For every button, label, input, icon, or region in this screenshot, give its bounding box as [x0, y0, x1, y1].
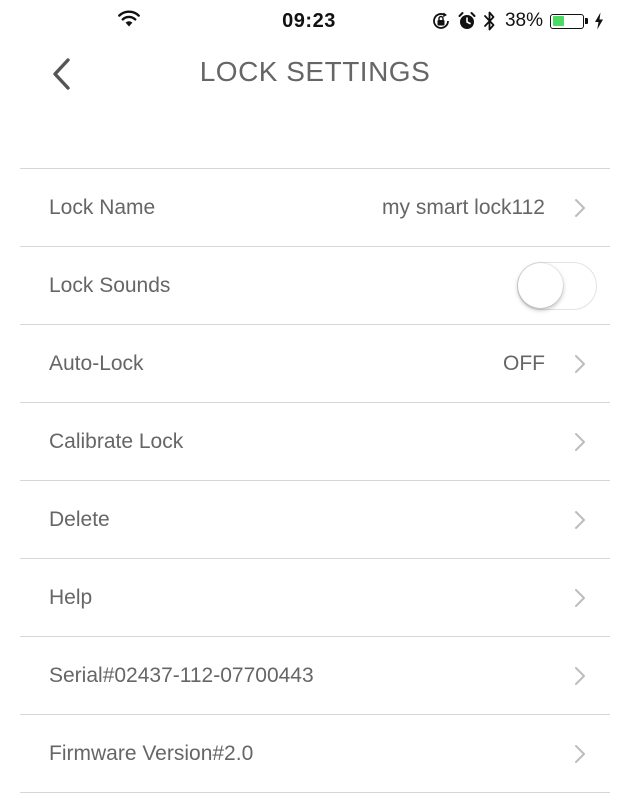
- chevron-right-icon: [575, 589, 585, 607]
- setting-row-lock-name[interactable]: Lock Name my smart lock112: [20, 169, 610, 247]
- toggle-knob: [518, 263, 563, 308]
- charging-icon: [595, 12, 603, 30]
- nav-header: LOCK SETTINGS: [0, 42, 618, 104]
- rotation-lock-icon: [433, 12, 449, 29]
- setting-label: Delete: [49, 508, 110, 531]
- chevron-right-icon: [575, 511, 585, 529]
- status-indicators: 38%: [431, 9, 604, 33]
- setting-value: OFF: [503, 352, 545, 375]
- chevron-right-icon: [575, 433, 585, 451]
- setting-label: Calibrate Lock: [49, 430, 184, 453]
- chevron-right-icon: [575, 745, 585, 763]
- battery-level-fill: [552, 16, 564, 26]
- setting-label: Auto-Lock: [49, 352, 144, 375]
- bluetooth-icon: [484, 11, 495, 31]
- chevron-right-icon: [575, 355, 585, 373]
- page-title: LOCK SETTINGS: [199, 56, 431, 87]
- setting-label: Lock Name: [49, 196, 156, 219]
- setting-row-serial[interactable]: Serial#02437-112-07700443: [20, 637, 610, 715]
- lock-sounds-toggle[interactable]: [517, 262, 597, 310]
- setting-row-calibrate-lock[interactable]: Calibrate Lock: [20, 403, 610, 481]
- status-bar: 09:23 38%: [0, 0, 618, 42]
- setting-row-help[interactable]: Help: [20, 559, 610, 637]
- setting-label: Lock Sounds: [49, 274, 171, 297]
- chevron-right-icon: [575, 667, 585, 685]
- setting-row-lock-sounds: Lock Sounds: [20, 247, 610, 325]
- setting-row-firmware-version[interactable]: Firmware Version#2.0: [20, 715, 610, 793]
- setting-label: Firmware Version#2.0: [49, 742, 254, 765]
- setting-label: Help: [49, 586, 93, 609]
- setting-label: Serial#02437-112-07700443: [49, 664, 314, 687]
- battery-percent: 38%: [504, 10, 543, 31]
- setting-row-delete[interactable]: Delete: [20, 481, 610, 559]
- setting-row-auto-lock[interactable]: Auto-Lock OFF: [20, 325, 610, 403]
- alarm-icon: [458, 12, 476, 29]
- setting-value: my smart lock112: [382, 196, 545, 219]
- settings-list: Lock Name my smart lock112 Lock Sounds A…: [20, 168, 610, 793]
- battery-icon: [550, 13, 588, 29]
- chevron-right-icon: [575, 199, 585, 217]
